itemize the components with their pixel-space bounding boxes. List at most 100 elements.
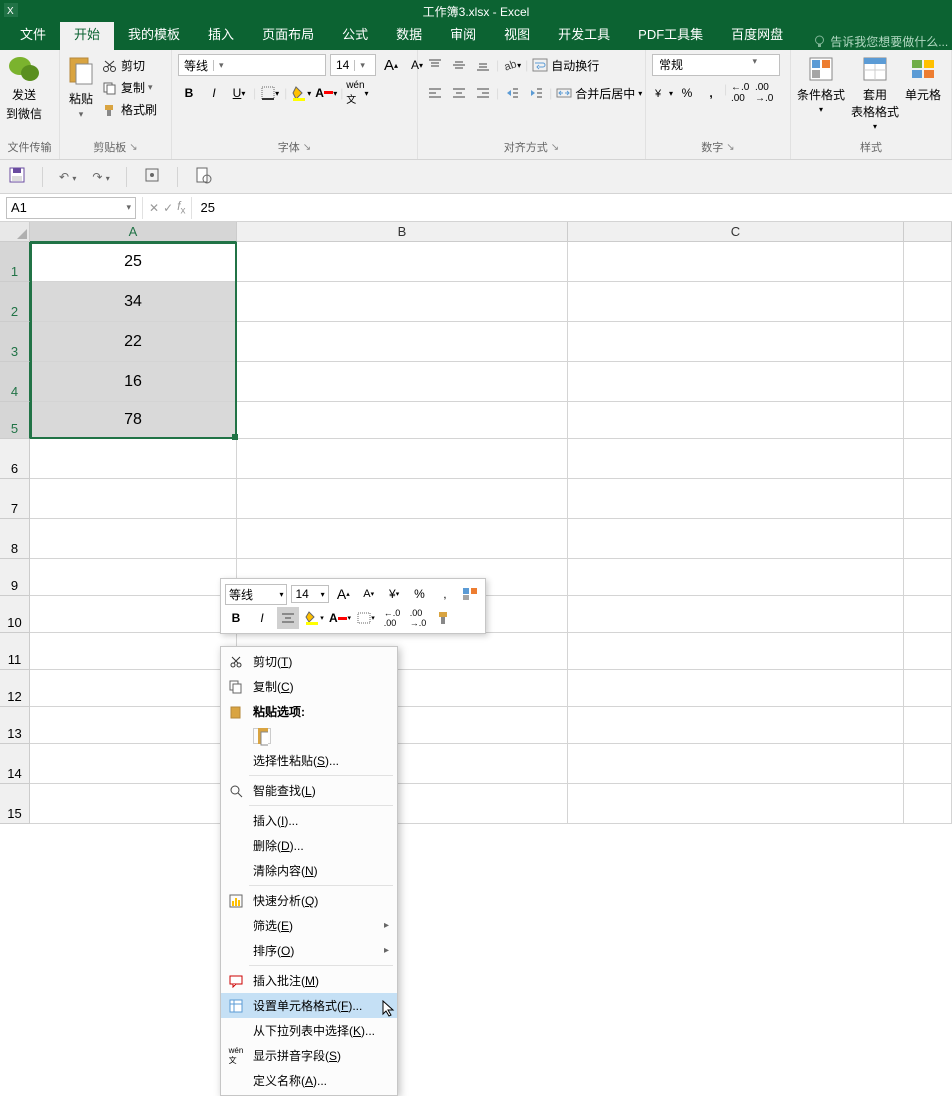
align-top-button[interactable] bbox=[424, 54, 446, 76]
align-bottom-button[interactable] bbox=[472, 54, 494, 76]
row-header[interactable]: 8 bbox=[0, 519, 30, 559]
align-right-button[interactable] bbox=[472, 82, 494, 104]
cm-format-cells[interactable]: 设置单元格格式(F)... bbox=[221, 993, 397, 1018]
tell-me[interactable]: 告诉我您想要做什么... bbox=[813, 33, 948, 50]
cell[interactable] bbox=[904, 362, 952, 402]
cut-button[interactable]: 剪切 bbox=[100, 56, 147, 75]
mini-align-center[interactable] bbox=[277, 607, 299, 629]
col-header-C[interactable]: C bbox=[568, 222, 904, 242]
copy-button[interactable]: 复制▾ bbox=[100, 78, 155, 97]
row-header[interactable]: 1 bbox=[0, 242, 30, 282]
cm-phonetic[interactable]: wén文显示拼音字段(S) bbox=[221, 1043, 397, 1068]
orientation-button[interactable]: ab▾ bbox=[501, 54, 523, 76]
grow-font-button[interactable]: A▴ bbox=[380, 54, 402, 76]
row-header[interactable]: 9 bbox=[0, 559, 30, 596]
mini-cond-format[interactable] bbox=[460, 583, 481, 605]
tab-dev[interactable]: 开发工具 bbox=[544, 18, 624, 50]
cell[interactable] bbox=[568, 596, 904, 633]
cell[interactable]: 16 bbox=[30, 362, 237, 402]
cm-filter[interactable]: 筛选(E)▸ bbox=[221, 913, 397, 938]
cm-sort[interactable]: 排序(O)▸ bbox=[221, 938, 397, 963]
align-dialog-launcher[interactable]: ↘ bbox=[551, 142, 559, 153]
font-name-combo[interactable]: 等线▾ bbox=[178, 54, 326, 76]
formula-input[interactable]: 25 bbox=[192, 200, 952, 215]
number-dialog-launcher[interactable]: ↘ bbox=[726, 142, 734, 153]
row-header[interactable]: 11 bbox=[0, 633, 30, 670]
mini-size-combo[interactable]: 14▾ bbox=[291, 585, 328, 603]
send-wechat-button[interactable]: 发送 到微信 bbox=[6, 54, 42, 122]
row-header[interactable]: 2 bbox=[0, 282, 30, 322]
cell[interactable] bbox=[904, 439, 952, 479]
tab-data[interactable]: 数据 bbox=[382, 18, 436, 50]
mini-dec-decimal[interactable]: .00→.0 bbox=[407, 607, 429, 629]
wrap-text-button[interactable]: 自动换行 bbox=[530, 56, 601, 75]
cell[interactable] bbox=[30, 670, 237, 707]
italic-button[interactable]: I bbox=[203, 82, 225, 104]
col-header-B[interactable]: B bbox=[237, 222, 568, 242]
font-size-combo[interactable]: 14▾ bbox=[330, 54, 376, 76]
cell[interactable] bbox=[30, 559, 237, 596]
tab-file[interactable]: 文件 bbox=[6, 18, 60, 50]
mini-inc-decimal[interactable]: ←.0.00 bbox=[381, 607, 403, 629]
cell-styles-button[interactable]: 单元格 bbox=[905, 54, 941, 103]
cell[interactable] bbox=[904, 402, 952, 439]
enter-icon[interactable]: ✓ bbox=[163, 201, 173, 215]
clipboard-dialog-launcher[interactable]: ↘ bbox=[129, 142, 137, 153]
cm-delete[interactable]: 删除(D)... bbox=[221, 833, 397, 858]
mini-bold[interactable]: B bbox=[225, 607, 247, 629]
phonetic-button[interactable]: wén文▾ bbox=[346, 82, 368, 104]
cell[interactable]: 34 bbox=[30, 282, 237, 322]
font-dialog-launcher[interactable]: ↘ bbox=[303, 142, 311, 153]
tab-insert[interactable]: 插入 bbox=[194, 18, 248, 50]
accounting-format-button[interactable]: ¥▾ bbox=[652, 82, 674, 104]
row-header[interactable]: 14 bbox=[0, 744, 30, 784]
cell[interactable] bbox=[904, 784, 952, 824]
grid[interactable]: A B C 1252343224165786789101112131415 等线… bbox=[0, 222, 952, 824]
border-button[interactable]: ▾ bbox=[259, 82, 281, 104]
mini-accounting[interactable]: ¥▾ bbox=[383, 583, 404, 605]
row-header[interactable]: 13 bbox=[0, 707, 30, 744]
cm-cut[interactable]: 剪切(T) bbox=[221, 649, 397, 674]
cell[interactable] bbox=[568, 402, 904, 439]
bold-button[interactable]: B bbox=[178, 82, 200, 104]
undo-button[interactable]: ↶ ▾ bbox=[59, 170, 76, 184]
select-all-corner[interactable] bbox=[0, 222, 30, 242]
cell[interactable] bbox=[904, 519, 952, 559]
cm-copy[interactable]: 复制(C) bbox=[221, 674, 397, 699]
cell[interactable] bbox=[904, 559, 952, 596]
cell[interactable] bbox=[568, 242, 904, 282]
tab-home[interactable]: 开始 bbox=[60, 18, 114, 50]
tab-layout[interactable]: 页面布局 bbox=[248, 18, 328, 50]
redo-button[interactable]: ↷ ▾ bbox=[92, 170, 109, 184]
cell[interactable] bbox=[237, 362, 568, 402]
tab-review[interactable]: 审阅 bbox=[436, 18, 490, 50]
cell[interactable] bbox=[237, 479, 568, 519]
cell[interactable] bbox=[30, 744, 237, 784]
tab-pdf[interactable]: PDF工具集 bbox=[624, 18, 717, 50]
mini-fill-color[interactable]: ▾ bbox=[303, 607, 325, 629]
cell[interactable] bbox=[904, 670, 952, 707]
cell[interactable] bbox=[237, 282, 568, 322]
cell[interactable] bbox=[237, 439, 568, 479]
cell[interactable]: 25 bbox=[30, 242, 237, 282]
cell[interactable] bbox=[568, 519, 904, 559]
decrease-indent-button[interactable] bbox=[501, 82, 523, 104]
cell[interactable] bbox=[568, 784, 904, 824]
col-header-D[interactable] bbox=[904, 222, 952, 242]
mini-format-painter[interactable] bbox=[433, 607, 455, 629]
cell[interactable] bbox=[904, 242, 952, 282]
format-painter-button[interactable]: 格式刷 bbox=[100, 100, 159, 119]
cell[interactable] bbox=[904, 633, 952, 670]
cm-paste-special[interactable]: 选择性粘贴(S)... bbox=[221, 748, 397, 773]
align-middle-button[interactable] bbox=[448, 54, 470, 76]
name-box[interactable]: A1▾ bbox=[6, 197, 136, 219]
mini-border[interactable]: ▾ bbox=[355, 607, 377, 629]
cell[interactable] bbox=[904, 282, 952, 322]
row-header[interactable]: 10 bbox=[0, 596, 30, 633]
paste-button[interactable]: 粘贴 ▾ bbox=[66, 54, 96, 120]
cell[interactable] bbox=[568, 707, 904, 744]
cell[interactable] bbox=[568, 282, 904, 322]
cm-dropdown-pick[interactable]: 从下拉列表中选择(K)... bbox=[221, 1018, 397, 1043]
align-left-button[interactable] bbox=[424, 82, 446, 104]
comma-button[interactable]: , bbox=[700, 82, 722, 104]
